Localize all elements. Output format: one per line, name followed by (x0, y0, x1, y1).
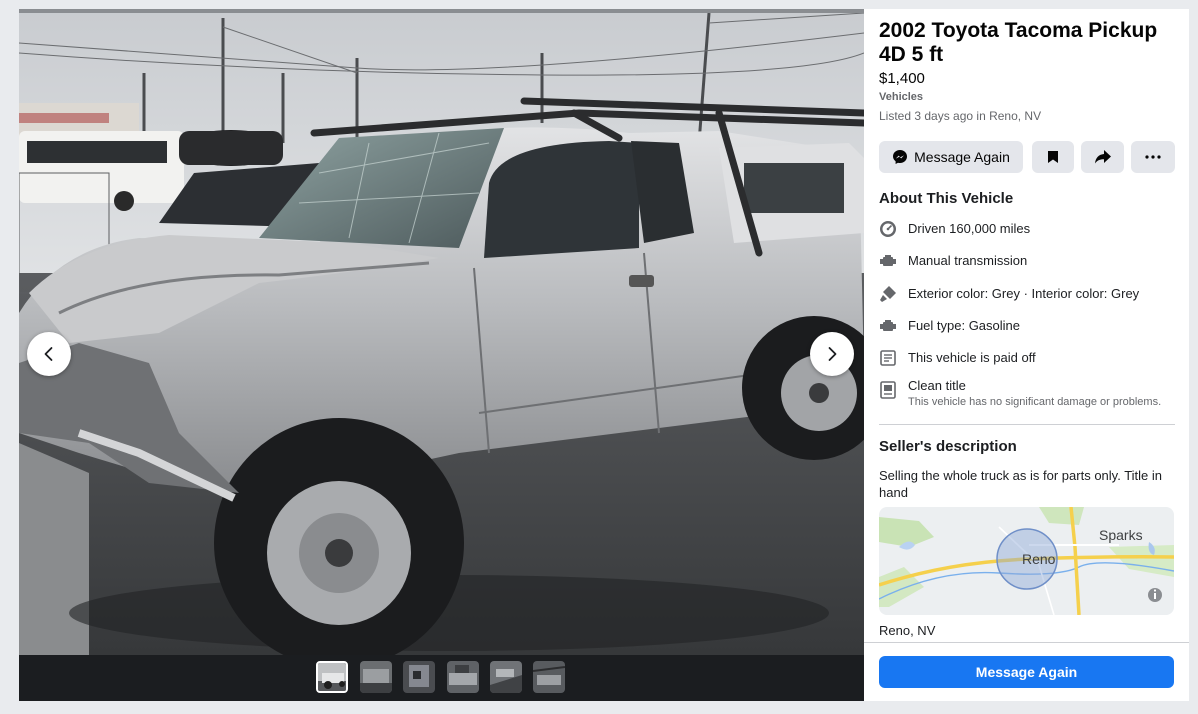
share-button[interactable] (1081, 141, 1124, 173)
previous-photo-button[interactable] (27, 332, 71, 376)
vehicle-fuel-row: Fuel type: Gasoline (879, 316, 1179, 336)
document-icon (880, 350, 896, 366)
speedometer-icon (880, 221, 896, 237)
message-again-primary-button[interactable]: Message Again (879, 656, 1174, 688)
seller-description-heading: Seller's description (879, 438, 1017, 455)
more-options-button[interactable] (1131, 141, 1175, 173)
fuel-text: Fuel type: Gasoline (908, 318, 1021, 333)
seller-description-text: Selling the whole truck as is for parts … (879, 468, 1162, 500)
listing-category[interactable]: Vehicles (879, 91, 923, 103)
map-label-reno: Reno (1022, 551, 1056, 567)
vehicle-transmission-row: Manual transmission (879, 251, 1179, 271)
vehicle-payoff-row: This vehicle is paid off (879, 348, 1179, 368)
vehicle-photo[interactable] (19, 13, 864, 655)
message-again-button[interactable]: Message Again (879, 141, 1023, 173)
thumbnail-strip (19, 655, 864, 701)
thumbnail-1[interactable] (316, 661, 348, 693)
thumbnail-3[interactable] (403, 661, 435, 693)
messenger-icon (893, 150, 908, 164)
chevron-right-icon (828, 347, 837, 361)
engine-icon (880, 320, 896, 331)
save-button[interactable] (1032, 141, 1074, 173)
message-again-label: Message Again (914, 149, 1010, 165)
chevron-left-icon (44, 347, 53, 361)
share-arrow-icon (1094, 150, 1111, 164)
section-divider (879, 424, 1175, 425)
vehicle-mileage-row: Driven 160,000 miles (879, 219, 1179, 239)
thumbnail-5[interactable] (490, 661, 522, 693)
next-photo-button[interactable] (810, 332, 854, 376)
vehicle-color-row: Exterior color: Grey · Interior color: G… (879, 284, 1179, 304)
title-icon (880, 381, 896, 399)
location-text: Reno, NV (879, 623, 936, 638)
listing-details-panel: 2002 Toyota Tacoma Pickup 4D 5 ft $1,400… (864, 9, 1189, 701)
thumbnail-6[interactable] (533, 661, 565, 693)
payoff-text: This vehicle is paid off (908, 350, 1036, 365)
map-label-sparks: Sparks (1099, 527, 1143, 543)
listing-posted-info: Listed 3 days ago in Reno, NV (879, 109, 1042, 123)
mileage-text: Driven 160,000 miles (908, 221, 1031, 236)
clean-title-text: Clean title (908, 378, 966, 393)
engine-icon (880, 255, 896, 266)
thumbnail-2[interactable] (360, 661, 392, 693)
bookmark-icon (1048, 151, 1058, 163)
paint-icon (880, 286, 896, 302)
thumbnail-4[interactable] (447, 661, 479, 693)
listing-title: 2002 Toyota Tacoma Pickup 4D 5 ft (879, 19, 1158, 66)
photo-viewer (19, 9, 864, 701)
listing-price: $1,400 (879, 70, 925, 87)
about-vehicle-heading: About This Vehicle (879, 190, 1014, 207)
location-map[interactable]: Reno Sparks (879, 507, 1174, 615)
footer-divider (864, 642, 1189, 643)
more-dots-icon (1145, 155, 1161, 159)
color-text: Exterior color: Grey · Interior color: G… (908, 286, 1140, 301)
vehicle-title-row: Clean title This vehicle has no signific… (879, 377, 1179, 411)
clean-title-subtext: This vehicle has no significant damage o… (908, 396, 1162, 408)
transmission-text: Manual transmission (908, 253, 1028, 268)
